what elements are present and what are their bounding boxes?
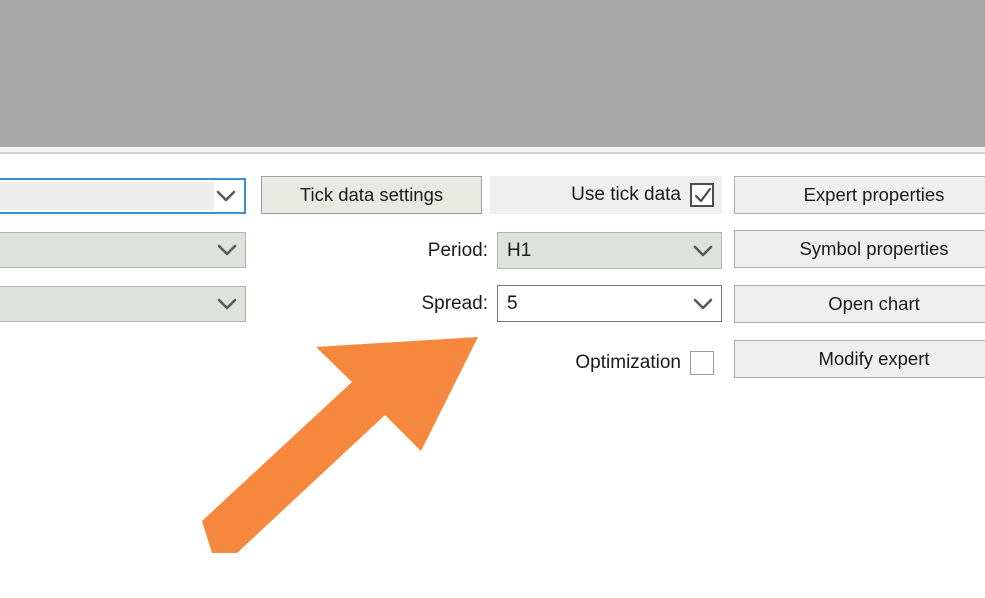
window-chrome-gray-area — [0, 0, 985, 147]
spread-combo-value[interactable]: 5 — [498, 293, 685, 315]
chevron-down-icon[interactable] — [685, 297, 721, 311]
spread-label: Spread: — [421, 293, 488, 314]
optimization-label: Optimization — [575, 352, 681, 373]
model-combo[interactable] — [0, 286, 246, 322]
tick-data-settings-button[interactable]: Tick data settings — [261, 176, 482, 214]
expert-combo[interactable] — [0, 178, 246, 214]
chevron-down-icon[interactable] — [209, 297, 245, 311]
period-label: Period: — [427, 240, 488, 261]
modify-expert-button[interactable]: Modify expert — [734, 340, 985, 378]
optimization-row[interactable]: Optimization — [490, 344, 722, 382]
expert-combo-fill — [0, 182, 214, 210]
expert-properties-button[interactable]: Expert properties — [734, 176, 985, 214]
symbol-properties-button[interactable]: Symbol properties — [734, 230, 985, 268]
chevron-down-icon[interactable] — [209, 243, 245, 257]
use-tick-data-row[interactable]: Use tick data — [490, 176, 722, 214]
use-tick-data-checkbox[interactable] — [690, 183, 714, 207]
checkmark-icon — [694, 187, 712, 203]
period-combo[interactable]: H1 — [497, 232, 722, 269]
open-chart-button[interactable]: Open chart — [734, 285, 985, 323]
optimization-checkbox[interactable] — [690, 351, 714, 375]
symbol-combo[interactable] — [0, 232, 246, 268]
chevron-down-icon[interactable] — [685, 244, 721, 258]
use-tick-data-label: Use tick data — [571, 184, 681, 205]
screen-root: Tick data settings Use tick data Period:… — [0, 0, 985, 598]
spread-combo[interactable]: 5 — [497, 285, 722, 322]
period-combo-value: H1 — [507, 239, 532, 261]
